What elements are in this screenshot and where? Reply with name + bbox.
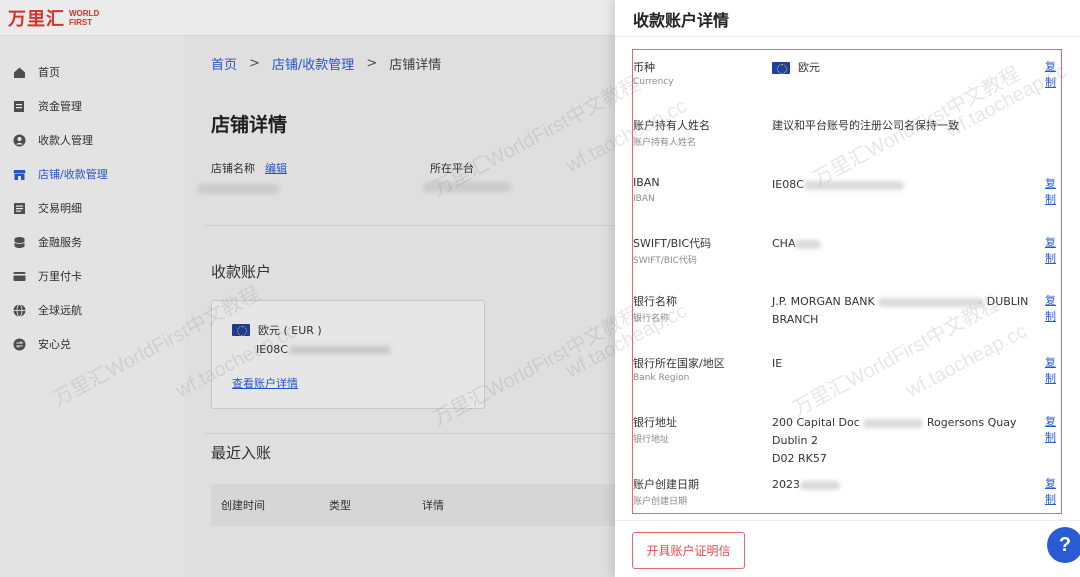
bank-address-redacted bbox=[863, 418, 924, 428]
issue-account-certificate-button[interactable]: 开具账户证明信 bbox=[632, 532, 745, 569]
detail-label: 账户持有人姓名 bbox=[633, 119, 710, 132]
detail-sublabel: 账户持有人姓名 bbox=[633, 138, 697, 148]
detail-label: 币种 bbox=[633, 61, 655, 74]
swift-redacted bbox=[795, 239, 822, 249]
eu-flag-icon bbox=[772, 62, 790, 74]
drawer-title: 收款账户详情 bbox=[633, 11, 730, 30]
bank-name-line2: BRANCH bbox=[772, 313, 819, 326]
detail-sublabel: 银行名称 bbox=[633, 314, 670, 324]
detail-value: 200 Capital Doc Rogersons Quay Dublin 2 … bbox=[772, 414, 1042, 468]
detail-sublabel: 账户创建日期 bbox=[633, 497, 688, 507]
modal-backdrop[interactable] bbox=[0, 0, 615, 577]
detail-value: J.P. MORGAN BANK DUBLIN BRANCH bbox=[772, 293, 1042, 329]
divider bbox=[615, 520, 1080, 521]
detail-value: 欧元 bbox=[772, 59, 1042, 77]
swift-value: CHA bbox=[772, 237, 796, 250]
detail-value: 2023 bbox=[772, 476, 1042, 494]
account-details-panel: 币种 Currency 欧元 复制 账户持有人姓名 账户持有人姓名 建议和平台账… bbox=[632, 49, 1062, 514]
bank-region-value: IE bbox=[772, 357, 783, 370]
copy-iban-button[interactable]: 复制 bbox=[1045, 175, 1061, 207]
detail-row-holder-name: 账户持有人姓名 账户持有人姓名 建议和平台账号的注册公司名保持一致 bbox=[633, 108, 1061, 166]
detail-label: IBAN bbox=[633, 176, 660, 189]
detail-value: IE08C bbox=[772, 176, 1042, 194]
divider bbox=[615, 36, 1080, 37]
iban-value: IE08C bbox=[772, 178, 804, 191]
detail-label: 银行名称 bbox=[633, 295, 677, 308]
iban-redacted bbox=[803, 180, 904, 190]
bank-name-tail: DUBLIN bbox=[986, 295, 1029, 308]
copy-bank-region-button[interactable]: 复制 bbox=[1045, 354, 1061, 386]
bank-address-value: 200 Capital Doc bbox=[772, 416, 860, 429]
account-details-drawer: 收款账户详情 币种 Currency 欧元 复制 账户持有人姓名 账户持有人姓名… bbox=[615, 0, 1080, 577]
detail-label: 银行地址 bbox=[633, 416, 677, 429]
help-button[interactable]: ? bbox=[1047, 527, 1080, 563]
bank-name-value: J.P. MORGAN BANK bbox=[772, 295, 875, 308]
detail-sublabel: Currency bbox=[633, 77, 674, 87]
detail-sublabel: IBAN bbox=[633, 194, 655, 204]
detail-row-currency: 币种 Currency 欧元 复制 bbox=[633, 50, 1061, 108]
detail-row-bank-name: 银行名称 银行名称 J.P. MORGAN BANK DUBLIN BRANCH… bbox=[633, 284, 1061, 342]
detail-sublabel: 银行地址 bbox=[633, 435, 670, 445]
copy-bank-name-button[interactable]: 复制 bbox=[1045, 292, 1061, 324]
copy-currency-button[interactable]: 复制 bbox=[1045, 58, 1061, 90]
detail-row-created-date: 账户创建日期 账户创建日期 2023 复制 bbox=[633, 467, 1061, 525]
detail-value: CHA bbox=[772, 235, 1042, 253]
holder-name-value: 建议和平台账号的注册公司名保持一致 bbox=[772, 119, 959, 132]
detail-label: SWIFT/BIC代码 bbox=[633, 237, 712, 250]
detail-label: 银行所在国家/地区 bbox=[633, 357, 725, 370]
detail-row-bank-region: 银行所在国家/地区 Bank Region IE 复制 bbox=[633, 346, 1061, 404]
copy-created-date-button[interactable]: 复制 bbox=[1045, 475, 1061, 507]
created-date-redacted bbox=[800, 480, 840, 490]
detail-label: 账户创建日期 bbox=[633, 478, 699, 491]
copy-bank-address-button[interactable]: 复制 bbox=[1045, 413, 1061, 445]
detail-row-swift: SWIFT/BIC代码 SWIFT/BIC代码 CHA 复制 bbox=[633, 226, 1061, 284]
bank-name-redacted bbox=[878, 297, 984, 307]
bank-address-line2: D02 RK57 bbox=[772, 452, 827, 465]
currency-value: 欧元 bbox=[798, 61, 820, 74]
detail-sublabel: Bank Region bbox=[633, 373, 690, 383]
detail-row-bank-address: 银行地址 银行地址 200 Capital Doc Rogersons Quay… bbox=[633, 405, 1061, 465]
detail-row-iban: IBAN IBAN IE08C 复制 bbox=[633, 167, 1061, 225]
detail-sublabel: SWIFT/BIC代码 bbox=[633, 256, 697, 266]
copy-swift-button[interactable]: 复制 bbox=[1045, 234, 1061, 266]
created-date-value: 2023 bbox=[772, 478, 800, 491]
